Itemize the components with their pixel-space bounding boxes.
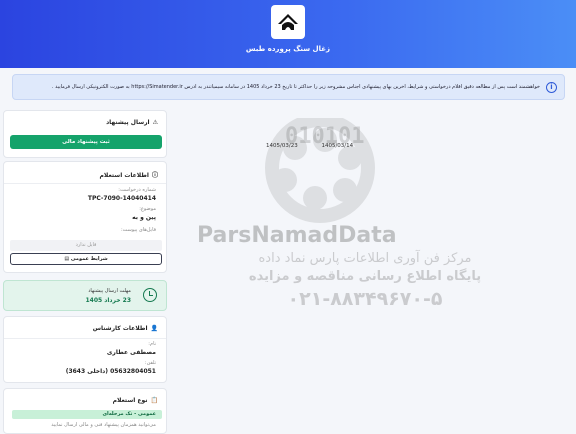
no-file-box: فایل ندارد xyxy=(10,240,162,251)
general-terms-button[interactable]: ▤ شرایط عمومی xyxy=(10,253,162,265)
name-label: نام: xyxy=(148,341,156,347)
request-no-label: شماره درخواست: xyxy=(118,187,156,193)
offer-card-title: ⚠ارسال پیشنهاد xyxy=(106,119,158,126)
clock-icon xyxy=(143,288,157,302)
expert-card-title: 👤اطلاعات کارشناس xyxy=(92,325,158,332)
deadline-label: مهلت ارسال پیشنهاد xyxy=(88,288,131,294)
user-icon: 👤 xyxy=(150,325,158,332)
watermark-line1: مرکز فن آوری اطلاعات پارس نماد داده xyxy=(258,249,471,266)
subject-label: موضوع: xyxy=(139,206,156,212)
clipboard-icon: 📋 xyxy=(150,397,158,404)
warning-icon: ⚠ xyxy=(152,119,158,126)
inquiry-card-title: ⓘاطلاعات استعلام xyxy=(99,172,159,179)
info-circle-icon: ⓘ xyxy=(151,172,158,179)
inquiry-type-note: می‌توانید همزمان پیشنهاد فنی و مالی ارسا… xyxy=(51,422,156,428)
expert-info-card: 👤اطلاعات کارشناس نام: مصطفی عطاری تلفن: … xyxy=(3,316,167,383)
attachments-label: فایل‌های پیوست: xyxy=(120,227,156,233)
inquiry-type-card: 📋نوع استعلام عمومی - تک مرحله‌ای می‌توان… xyxy=(3,388,167,434)
submit-financial-offer-button[interactable]: ثبت پیشنهاد مالی xyxy=(10,135,162,149)
phone-label: تلفن: xyxy=(144,360,156,366)
watermark-line2: پایگاه اطلاع رسانی مناقصه و مزایده xyxy=(249,268,481,284)
divider xyxy=(4,183,166,184)
watermark-phone: ۰۲۱-۸۸۳۴۹۶۷۰-۵ xyxy=(288,288,443,310)
start-date: 1405/03/14 xyxy=(321,143,354,149)
info-icon: i xyxy=(546,82,557,93)
inquiry-type-badge: عمومی - تک مرحله‌ای xyxy=(12,410,162,419)
inquiry-info-card: ⓘاطلاعات استعلام شماره درخواست: TPC-7090… xyxy=(3,161,167,273)
company-logo xyxy=(271,5,305,39)
expert-phone: 05632804051 (داخلی 3643) xyxy=(65,368,156,375)
divider xyxy=(4,338,166,339)
offer-card: ⚠ارسال پیشنهاد ثبت پیشنهاد مالی xyxy=(3,110,167,158)
date-range: 1405/03/23 1405/03/14 xyxy=(266,143,375,149)
notice-text: خواهشمند است پس از مطالعه دقیق اقلام درخ… xyxy=(51,84,540,90)
deadline-box: مهلت ارسال پیشنهاد 23 خرداد 1405 xyxy=(3,280,167,311)
notice-banner: i خواهشمند است پس از مطالعه دقیق اقلام د… xyxy=(12,74,565,100)
deadline-value: 23 خرداد 1405 xyxy=(85,297,131,304)
request-no-value: TPC-7090-14040414 xyxy=(87,195,156,202)
type-card-title: 📋نوع استعلام xyxy=(112,397,158,404)
watermark-brand: ParsNamadData xyxy=(197,223,397,248)
end-date: 1405/03/23 xyxy=(266,143,298,149)
company-title: زغال سنگ پرورده طبس xyxy=(245,45,331,53)
page-header: زغال سنگ پرورده طبس xyxy=(0,0,576,68)
expert-name: مصطفی عطاری xyxy=(106,349,156,356)
subject-value: پین و به xyxy=(132,214,156,221)
logo-house-icon xyxy=(278,14,298,30)
